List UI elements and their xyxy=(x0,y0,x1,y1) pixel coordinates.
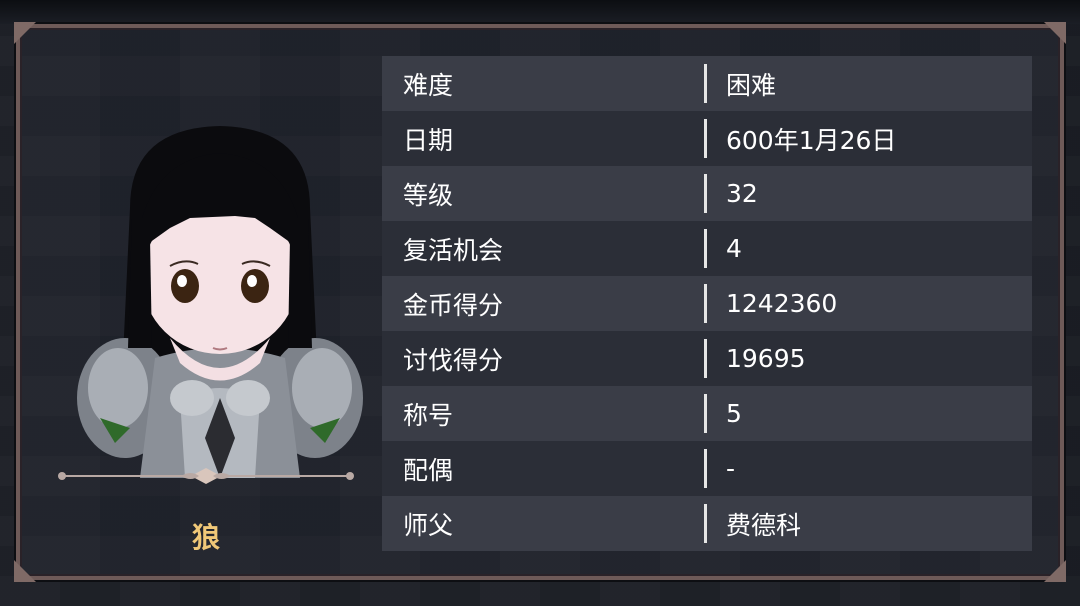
stat-row-subjugation-score: 讨伐得分 19695 xyxy=(382,331,1032,386)
stat-value: 费德科 xyxy=(726,510,802,540)
stat-row-difficulty: 难度 困难 xyxy=(382,56,1032,111)
stat-label: 金币得分 xyxy=(403,290,504,320)
stat-value: 32 xyxy=(726,179,758,208)
stat-value: - xyxy=(726,454,736,483)
stat-value: 1242360 xyxy=(726,289,838,318)
column-divider xyxy=(704,229,707,268)
stat-value: 5 xyxy=(726,399,742,428)
stat-label: 等级 xyxy=(403,180,454,210)
game-screen: 狼 难度 困难 日期 600年1月26日 等级 32 复活机会 4 金币得分 1… xyxy=(0,0,1080,606)
stat-label: 讨伐得分 xyxy=(403,345,504,375)
stat-row-level: 等级 32 xyxy=(382,166,1032,221)
column-divider xyxy=(704,449,707,488)
stat-value: 19695 xyxy=(726,344,806,373)
column-divider xyxy=(704,339,707,378)
stat-label: 称号 xyxy=(403,400,454,430)
character-name: 狼 xyxy=(191,521,220,554)
column-divider xyxy=(704,64,707,103)
stat-label: 师父 xyxy=(403,510,454,540)
stat-row-revive-chances: 复活机会 4 xyxy=(382,221,1032,276)
column-divider xyxy=(704,119,707,158)
stat-label: 复活机会 xyxy=(403,235,504,265)
stat-row-spouse: 配偶 - xyxy=(382,441,1032,496)
column-divider xyxy=(704,504,707,543)
stat-value: 4 xyxy=(726,234,742,263)
stat-label: 配偶 xyxy=(403,455,454,485)
column-divider xyxy=(704,174,707,213)
stat-value: 600年1月26日 xyxy=(726,125,897,155)
stat-row-master: 师父 费德科 xyxy=(382,496,1032,551)
frame-corner-icon xyxy=(1044,560,1066,582)
frame-corner-icon xyxy=(14,560,36,582)
stat-row-gold-score: 金币得分 1242360 xyxy=(382,276,1032,331)
background-top xyxy=(0,0,1080,24)
frame-corner-icon xyxy=(1044,22,1066,44)
stat-row-title: 称号 5 xyxy=(382,386,1032,441)
column-divider xyxy=(704,284,707,323)
stat-label: 难度 xyxy=(403,70,454,100)
stats-table: 难度 困难 日期 600年1月26日 等级 32 复活机会 4 金币得分 124… xyxy=(382,56,1032,551)
character-portrait xyxy=(77,126,363,478)
ornamental-divider-icon xyxy=(58,468,354,484)
stat-row-date: 日期 600年1月26日 xyxy=(382,111,1032,166)
column-divider xyxy=(704,394,707,433)
stat-value: 困难 xyxy=(726,70,777,100)
frame-corner-icon xyxy=(14,22,36,44)
stat-label: 日期 xyxy=(403,125,454,155)
character-info-panel: 狼 难度 困难 日期 600年1月26日 等级 32 复活机会 4 金币得分 1… xyxy=(14,22,1066,582)
